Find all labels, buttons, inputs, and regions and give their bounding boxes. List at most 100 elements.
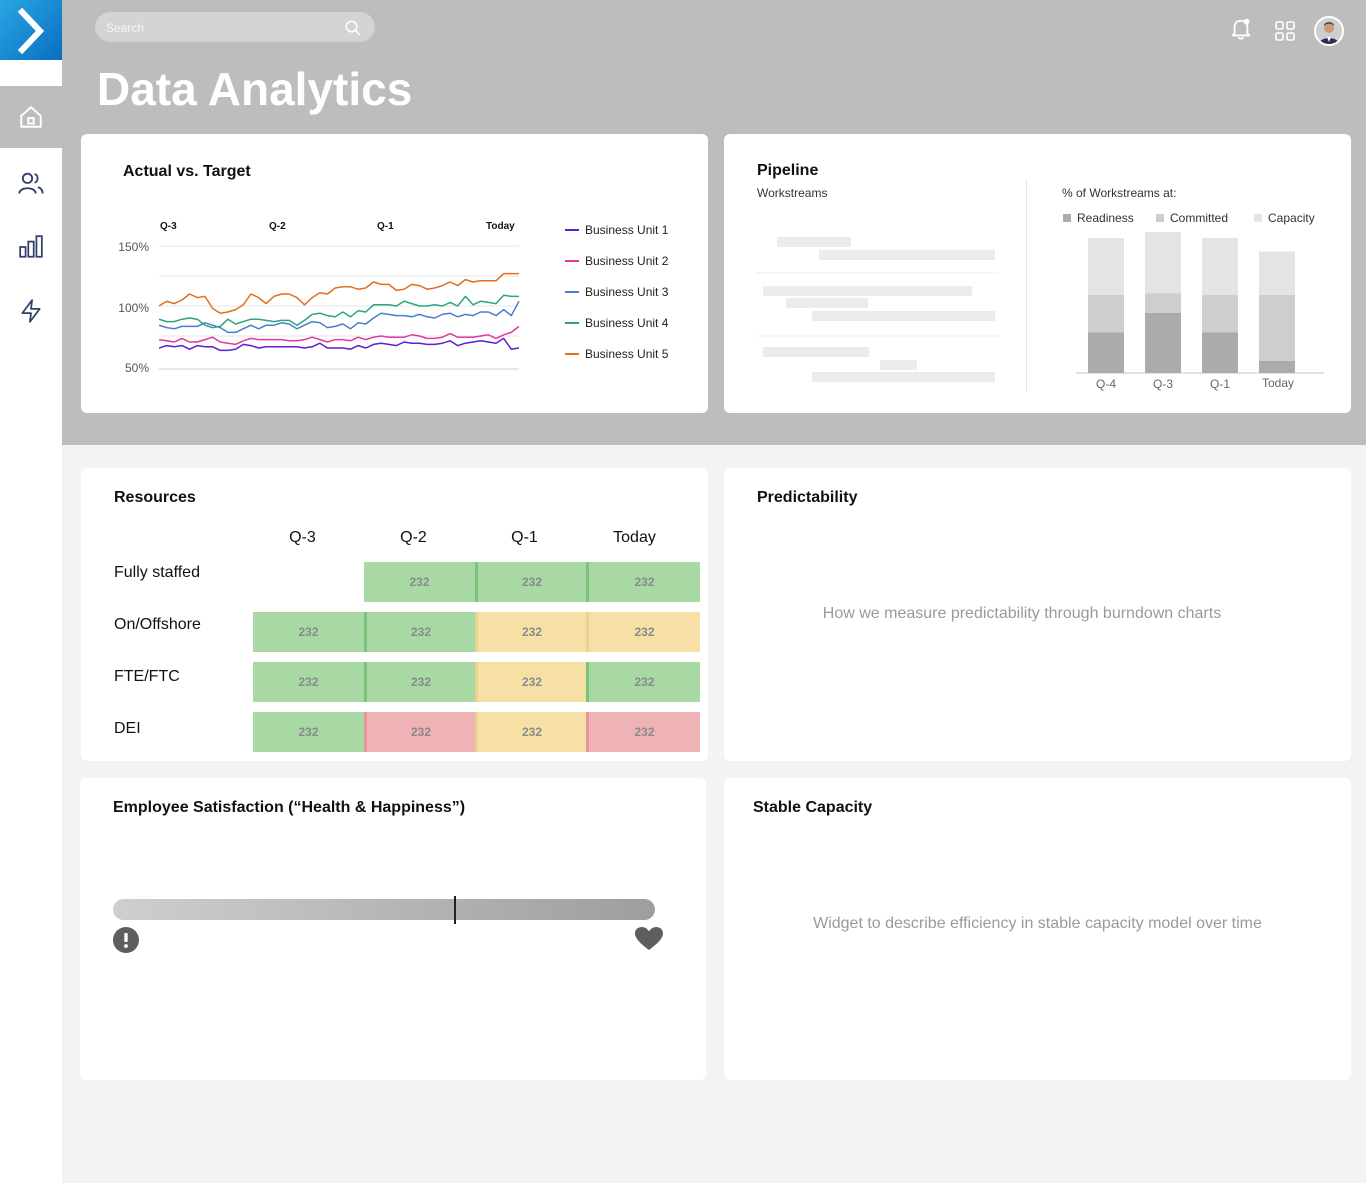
legend-label: Committed (1170, 211, 1229, 225)
legend-item: Business Unit 2 (565, 254, 668, 268)
resources-cell[interactable]: 232 (364, 712, 475, 752)
resources-cell[interactable]: 232 (364, 612, 475, 652)
resources-cell[interactable]: 232 (586, 612, 700, 652)
resources-title: Resources (114, 489, 196, 506)
employee-satisfaction-title: Employee Satisfaction (“Health & Happine… (113, 799, 466, 816)
legend-item: Business Unit 1 (565, 223, 668, 237)
bar-segment (1145, 313, 1181, 373)
home-icon (20, 106, 42, 128)
apps-grid-icon[interactable] (1275, 21, 1295, 41)
bar-axis-label: Today (1261, 376, 1295, 390)
bar-segment (1088, 332, 1124, 373)
bar-segment (1259, 295, 1295, 361)
legend-swatch (565, 260, 579, 262)
sidebar-item-people[interactable] (0, 152, 62, 214)
pipeline-card: Pipeline Workstreams % of Workstreams at… (724, 134, 1351, 413)
resources-cell[interactable]: 232 (475, 562, 586, 602)
workstreams-stacked-bar-chart (1076, 232, 1324, 374)
legend-swatch (1156, 214, 1164, 222)
quarter-label: Today (486, 221, 515, 232)
bar-segment (1088, 295, 1124, 333)
resources-cell[interactable]: 232 (253, 712, 364, 752)
legend-label: Readiness (1077, 211, 1134, 225)
sidebar-item-analytics[interactable] (0, 216, 62, 278)
sidebar (0, 0, 62, 1183)
legend-swatch (565, 322, 579, 324)
resources-column-header: Q-3 (289, 529, 316, 546)
series-line (159, 272, 519, 314)
resources-column-header: Q-2 (400, 529, 427, 546)
predictability-card: Predictability How we measure predictabi… (724, 468, 1351, 761)
resources-cell[interactable]: 232 (586, 712, 700, 752)
heart-icon (635, 927, 663, 950)
resources-cell[interactable]: 232 (364, 562, 475, 602)
bar-axis-label: Q-1 (1209, 377, 1230, 391)
resources-cell[interactable]: 232 (475, 662, 586, 702)
legend-item: Committed (1156, 211, 1228, 225)
legend-swatch (1254, 214, 1262, 222)
resources-cell[interactable]: 232 (475, 612, 586, 652)
legend-item: Business Unit 4 (565, 316, 668, 330)
bar-axis-label: Q-4 (1095, 377, 1116, 391)
pipeline-subtitle: Workstreams (757, 186, 828, 200)
legend-label: Business Unit 2 (585, 254, 669, 268)
predictability-description: How we measure predictability through bu… (822, 605, 1222, 622)
sidebar-item-actions[interactable] (0, 280, 62, 342)
resources-cell[interactable]: 232 (253, 662, 364, 702)
bar-segment (1259, 251, 1295, 295)
lightning-icon (21, 299, 41, 323)
y-axis-label: 150% (118, 240, 149, 254)
legend-item: Readiness (1063, 211, 1134, 225)
series-line (159, 294, 519, 329)
resources-cell[interactable]: 232 (586, 562, 700, 602)
satisfaction-slider-track[interactable] (113, 896, 655, 924)
app-logo[interactable] (0, 0, 62, 60)
search-bar[interactable] (95, 12, 375, 42)
actual-vs-target-title: Actual vs. Target (123, 163, 251, 180)
bar-segment (1145, 293, 1181, 313)
series-line (159, 325, 520, 346)
legend-label: Business Unit 1 (585, 223, 669, 237)
stable-capacity-title: Stable Capacity (753, 799, 873, 816)
resources-cell[interactable]: 232 (475, 712, 586, 752)
y-axis-label: 50% (124, 361, 149, 375)
legend-swatch (565, 229, 579, 231)
employee-satisfaction-card: Employee Satisfaction (“Health & Happine… (80, 778, 706, 1080)
resources-row-label: DEI (114, 720, 141, 737)
y-axis-label: 100% (118, 301, 149, 315)
resources-row-label: Fully staffed (114, 564, 200, 581)
bar-axis-label: Q-3 (1152, 377, 1173, 391)
stable-capacity-description: Widget to describe efficiency in stable … (813, 915, 1262, 932)
predictability-title: Predictability (757, 489, 858, 506)
quarter-label: Q-2 (269, 221, 286, 232)
notification-bell-icon[interactable] (1230, 16, 1252, 42)
actual-vs-target-card: Actual vs. Target Q-3 Q-2 Q-1 Today 150%… (81, 134, 708, 413)
resources-row-label: FTE/FTC (114, 668, 180, 685)
bar-segment (1088, 238, 1124, 295)
quarter-label: Q-3 (160, 221, 177, 232)
resources-column-header: Today (613, 529, 656, 546)
quarter-label: Q-1 (377, 221, 394, 232)
workstreams-placeholder-graphic (756, 237, 999, 382)
resources-cell[interactable]: 232 (586, 662, 700, 702)
sidebar-item-home[interactable] (0, 86, 62, 148)
legend-swatch (565, 291, 579, 293)
bar-segment (1202, 238, 1238, 295)
legend-label: Business Unit 4 (585, 316, 669, 330)
legend-swatch (1063, 214, 1071, 222)
legend-item: Business Unit 5 (565, 347, 668, 361)
stable-capacity-card: Stable Capacity Widget to describe effic… (724, 778, 1351, 1080)
bar-segment (1259, 361, 1295, 373)
users-icon (18, 172, 44, 194)
percent-workstreams-title: % of Workstreams at: (1062, 186, 1177, 200)
bar-chart-icon (19, 235, 43, 258)
resources-cell[interactable]: 232 (253, 612, 364, 652)
user-avatar[interactable] (1314, 16, 1344, 46)
search-icon[interactable] (344, 19, 362, 37)
legend-item: Capacity (1254, 211, 1315, 225)
resources-column-header: Q-1 (511, 529, 538, 546)
search-input[interactable] (106, 19, 336, 37)
bar-segment (1145, 232, 1181, 294)
satisfaction-marker[interactable] (454, 896, 457, 924)
resources-cell[interactable]: 232 (364, 662, 475, 702)
